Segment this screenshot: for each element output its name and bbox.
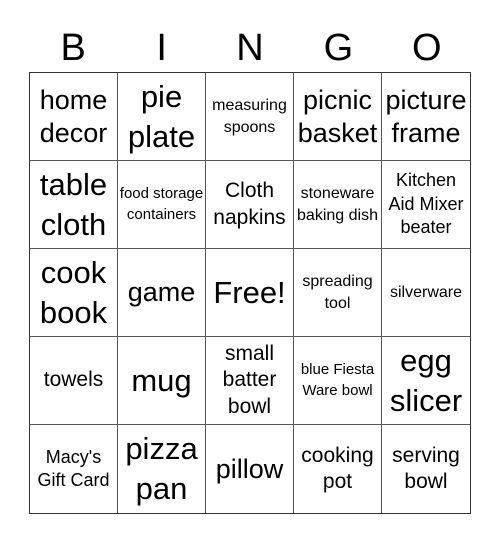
bingo-cell[interactable]: silverware <box>382 249 470 337</box>
bingo-cell[interactable]: picture frame <box>382 73 470 161</box>
bingo-cell[interactable]: food storage containers <box>118 161 206 249</box>
bingo-cell[interactable]: small batter bowl <box>206 337 294 425</box>
bingo-cell[interactable]: stoneware baking dish <box>294 161 382 249</box>
bingo-cell[interactable]: blue Fiesta Ware bowl <box>294 337 382 425</box>
header-letter-g: G <box>323 27 354 69</box>
free-space[interactable]: Free! <box>206 249 294 337</box>
header-letter-b: B <box>60 27 86 69</box>
bingo-cell[interactable]: Macy's Gift Card <box>30 425 118 513</box>
bingo-cell[interactable]: pillow <box>206 425 294 513</box>
bingo-cell[interactable]: serving bowl <box>382 425 470 513</box>
header-letter-n: N <box>236 27 264 69</box>
bingo-header: B I N G O <box>29 22 471 74</box>
bingo-cell[interactable]: egg slicer <box>382 337 470 425</box>
bingo-cell[interactable]: pie plate <box>118 73 206 161</box>
bingo-cell[interactable]: Cloth napkins <box>206 161 294 249</box>
bingo-cell[interactable]: mug <box>118 337 206 425</box>
bingo-cell[interactable]: measuring spoons <box>206 73 294 161</box>
bingo-cell[interactable]: game <box>118 249 206 337</box>
bingo-cell[interactable]: table cloth <box>30 161 118 249</box>
bingo-board: home decor pie plate measuring spoons pi… <box>29 72 471 514</box>
bingo-cell[interactable]: cooking pot <box>294 425 382 513</box>
header-letter-i: I <box>156 27 167 69</box>
bingo-cell[interactable]: pizza pan <box>118 425 206 513</box>
bingo-cell[interactable]: home decor <box>30 73 118 161</box>
header-letter-o: O <box>412 27 442 69</box>
bingo-cell[interactable]: spreading tool <box>294 249 382 337</box>
bingo-cell[interactable]: Kitchen Aid Mixer beater <box>382 161 470 249</box>
bingo-cell[interactable]: picnic basket <box>294 73 382 161</box>
bingo-cell[interactable]: towels <box>30 337 118 425</box>
bingo-cell[interactable]: cook book <box>30 249 118 337</box>
